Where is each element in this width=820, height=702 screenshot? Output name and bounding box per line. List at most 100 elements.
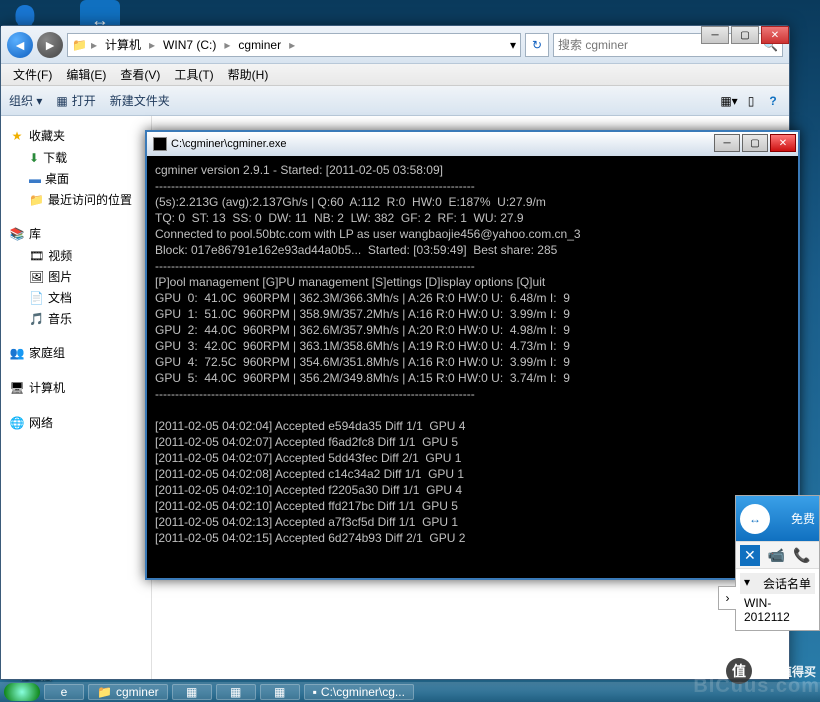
cmd-line: [2011-02-05 04:02:07] Accepted f6ad2fc8 …: [155, 434, 790, 450]
tv-camera-icon[interactable]: 📹: [768, 547, 785, 564]
sidebar-libraries[interactable]: 📚库: [5, 222, 147, 245]
maximize-button[interactable]: ▢: [731, 26, 759, 44]
chevron-right-icon: ▸: [224, 38, 230, 52]
taskbar-cmd[interactable]: ▪C:\cgminer\cg...: [304, 684, 414, 700]
tv-list-header[interactable]: ▾会话名单: [740, 573, 815, 594]
cmd-line: [2011-02-05 04:02:13] Accepted a7f3cf5d …: [155, 514, 790, 530]
cmd-line: [2011-02-05 04:02:08] Accepted c14c34a2 …: [155, 466, 790, 482]
app-icon: ▦: [230, 685, 241, 699]
star-icon: ★: [9, 128, 25, 144]
taskbar-app2[interactable]: ▦: [216, 684, 256, 700]
chevron-right-icon: ▸: [289, 38, 295, 52]
cmd-line: GPU 0: 41.0C 960RPM | 362.3M/366.3Mh/s |…: [155, 290, 790, 306]
help-icon[interactable]: ?: [763, 91, 783, 111]
cmd-line: GPU 1: 51.0C 960RPM | 358.9M/357.2Mh/s |…: [155, 306, 790, 322]
desktop-icon: ▬: [29, 172, 41, 186]
taskbar-ie[interactable]: e: [44, 684, 84, 700]
cmd-maximize-button[interactable]: ▢: [742, 134, 768, 152]
sidebar-item-desktop[interactable]: ▬桌面: [5, 168, 147, 189]
cmd-line: ----------------------------------------…: [155, 178, 790, 194]
watermark-text: 什么值得买: [756, 663, 816, 680]
organize-button[interactable]: 组织 ▾: [9, 92, 42, 109]
tv-close-button[interactable]: ✕: [740, 545, 760, 566]
download-icon: ⬇: [29, 151, 39, 165]
cmd-line: [2011-02-05 04:02:10] Accepted f2205a30 …: [155, 482, 790, 498]
document-icon: 📄: [29, 291, 44, 305]
new-folder-button[interactable]: 新建文件夹: [110, 92, 170, 109]
explorer-toolbar: 组织 ▾ ▦打开 新建文件夹 ▦▾ ▯ ?: [1, 86, 789, 116]
ie-icon: e: [61, 685, 68, 699]
taskbar-app1[interactable]: ▦: [172, 684, 212, 700]
taskbar: e 📁cgminer ▦ ▦ ▦ ▪C:\cgminer\cg...: [0, 682, 820, 702]
sidebar-item-downloads[interactable]: ⬇下载: [5, 147, 147, 168]
music-icon: 🎵: [29, 312, 44, 326]
start-button[interactable]: [4, 683, 40, 701]
forward-button[interactable]: ►: [37, 32, 63, 58]
cmd-close-button[interactable]: ✕: [770, 134, 796, 152]
view-options-icon[interactable]: ▦▾: [719, 91, 739, 111]
menu-view[interactable]: 查看(V): [114, 64, 166, 85]
cmd-line: Block: 017e86791e162e93ad44a0b5... Start…: [155, 242, 790, 258]
sidebar-homegroup[interactable]: 👥家庭组: [5, 341, 147, 364]
computer-icon: 🖥: [9, 380, 25, 396]
open-icon: ▦: [56, 94, 67, 108]
tv-phone-icon[interactable]: 📞: [793, 547, 810, 564]
tv-expand-button[interactable]: ›: [718, 586, 736, 610]
dropdown-icon[interactable]: ▾: [510, 38, 516, 52]
breadcrumb-computer[interactable]: 计算机: [101, 34, 145, 55]
tv-toolbar: ✕ 📹 📞: [736, 541, 819, 569]
cmd-minimize-button[interactable]: ─: [714, 134, 740, 152]
menu-tools[interactable]: 工具(T): [168, 64, 219, 85]
folder-icon: 📁: [97, 685, 112, 699]
sidebar-item-pictures[interactable]: 🖼图片: [5, 266, 147, 287]
breadcrumb-folder[interactable]: cgminer: [234, 36, 285, 54]
recent-icon: 📁: [29, 193, 44, 207]
sidebar-item-music[interactable]: 🎵音乐: [5, 308, 147, 329]
menu-file[interactable]: 文件(F): [7, 64, 58, 85]
cmd-line: GPU 2: 44.0C 960RPM | 362.6M/357.9Mh/s |…: [155, 322, 790, 338]
cmd-window: C:\cgminer\cgminer.exe ─ ▢ ✕ cgminer ver…: [145, 130, 800, 580]
explorer-sidebar: ★收藏夹 ⬇下载 ▬桌面 📁最近访问的位置 📚库 🎞视频 🖼图片 📄文档 🎵音乐…: [1, 116, 151, 679]
cmd-line: [2011-02-05 04:02:15] Accepted 6d274b93 …: [155, 530, 790, 546]
folder-icon: 📁: [72, 38, 87, 52]
cmd-line: GPU 3: 42.0C 960RPM | 363.1M/358.6Mh/s |…: [155, 338, 790, 354]
watermark-icon: 值: [726, 658, 752, 684]
cmd-titlebar[interactable]: C:\cgminer\cgminer.exe ─ ▢ ✕: [147, 132, 798, 156]
cmd-line: cgminer version 2.9.1 - Started: [2011-0…: [155, 162, 790, 178]
refresh-button[interactable]: ↻: [525, 33, 549, 57]
close-button[interactable]: ✕: [761, 26, 789, 44]
menu-edit[interactable]: 编辑(E): [60, 64, 112, 85]
picture-icon: 🖼: [29, 270, 44, 284]
library-icon: 📚: [9, 226, 25, 242]
cmd-line: ----------------------------------------…: [155, 386, 790, 402]
sidebar-item-documents[interactable]: 📄文档: [5, 287, 147, 308]
menu-help[interactable]: 帮助(H): [222, 64, 275, 85]
tv-session-entry[interactable]: WIN-2012112: [740, 594, 815, 626]
open-button[interactable]: ▦打开: [56, 92, 95, 109]
preview-pane-icon[interactable]: ▯: [741, 91, 761, 111]
sidebar-network[interactable]: 🌐网络: [5, 411, 147, 434]
cmd-line: Connected to pool.50btc.com with LP as u…: [155, 226, 790, 242]
cmd-line: [2011-02-05 04:02:07] Accepted 5dd43fec …: [155, 450, 790, 466]
cmd-line: [2011-02-05 04:02:10] Accepted ffd217bc …: [155, 498, 790, 514]
sidebar-computer[interactable]: 🖥计算机: [5, 376, 147, 399]
address-bar[interactable]: 📁 ▸ 计算机 ▸ WIN7 (C:) ▸ cgminer ▸ ▾: [67, 33, 521, 57]
sidebar-favorites[interactable]: ★收藏夹: [5, 124, 147, 147]
cmd-output[interactable]: cgminer version 2.9.1 - Started: [2011-0…: [147, 156, 798, 552]
tv-free-label: 免费: [791, 510, 815, 527]
app-icon: ▦: [186, 685, 197, 699]
taskbar-app3[interactable]: ▦: [260, 684, 300, 700]
network-icon: 🌐: [9, 415, 25, 431]
chevron-right-icon: ▸: [149, 38, 155, 52]
sidebar-item-videos[interactable]: 🎞视频: [5, 245, 147, 266]
breadcrumb-drive[interactable]: WIN7 (C:): [159, 36, 220, 54]
explorer-menu: 文件(F) 编辑(E) 查看(V) 工具(T) 帮助(H): [1, 64, 789, 86]
minimize-button[interactable]: ─: [701, 26, 729, 44]
cmd-title-text: C:\cgminer\cgminer.exe: [171, 138, 287, 150]
cmd-line: ----------------------------------------…: [155, 258, 790, 274]
chevron-right-icon: ▸: [91, 38, 97, 52]
taskbar-cgminer-folder[interactable]: 📁cgminer: [88, 684, 168, 700]
back-button[interactable]: ◄: [7, 32, 33, 58]
sidebar-item-recent[interactable]: 📁最近访问的位置: [5, 189, 147, 210]
tv-session-list: ▾会话名单 WIN-2012112: [736, 569, 819, 630]
